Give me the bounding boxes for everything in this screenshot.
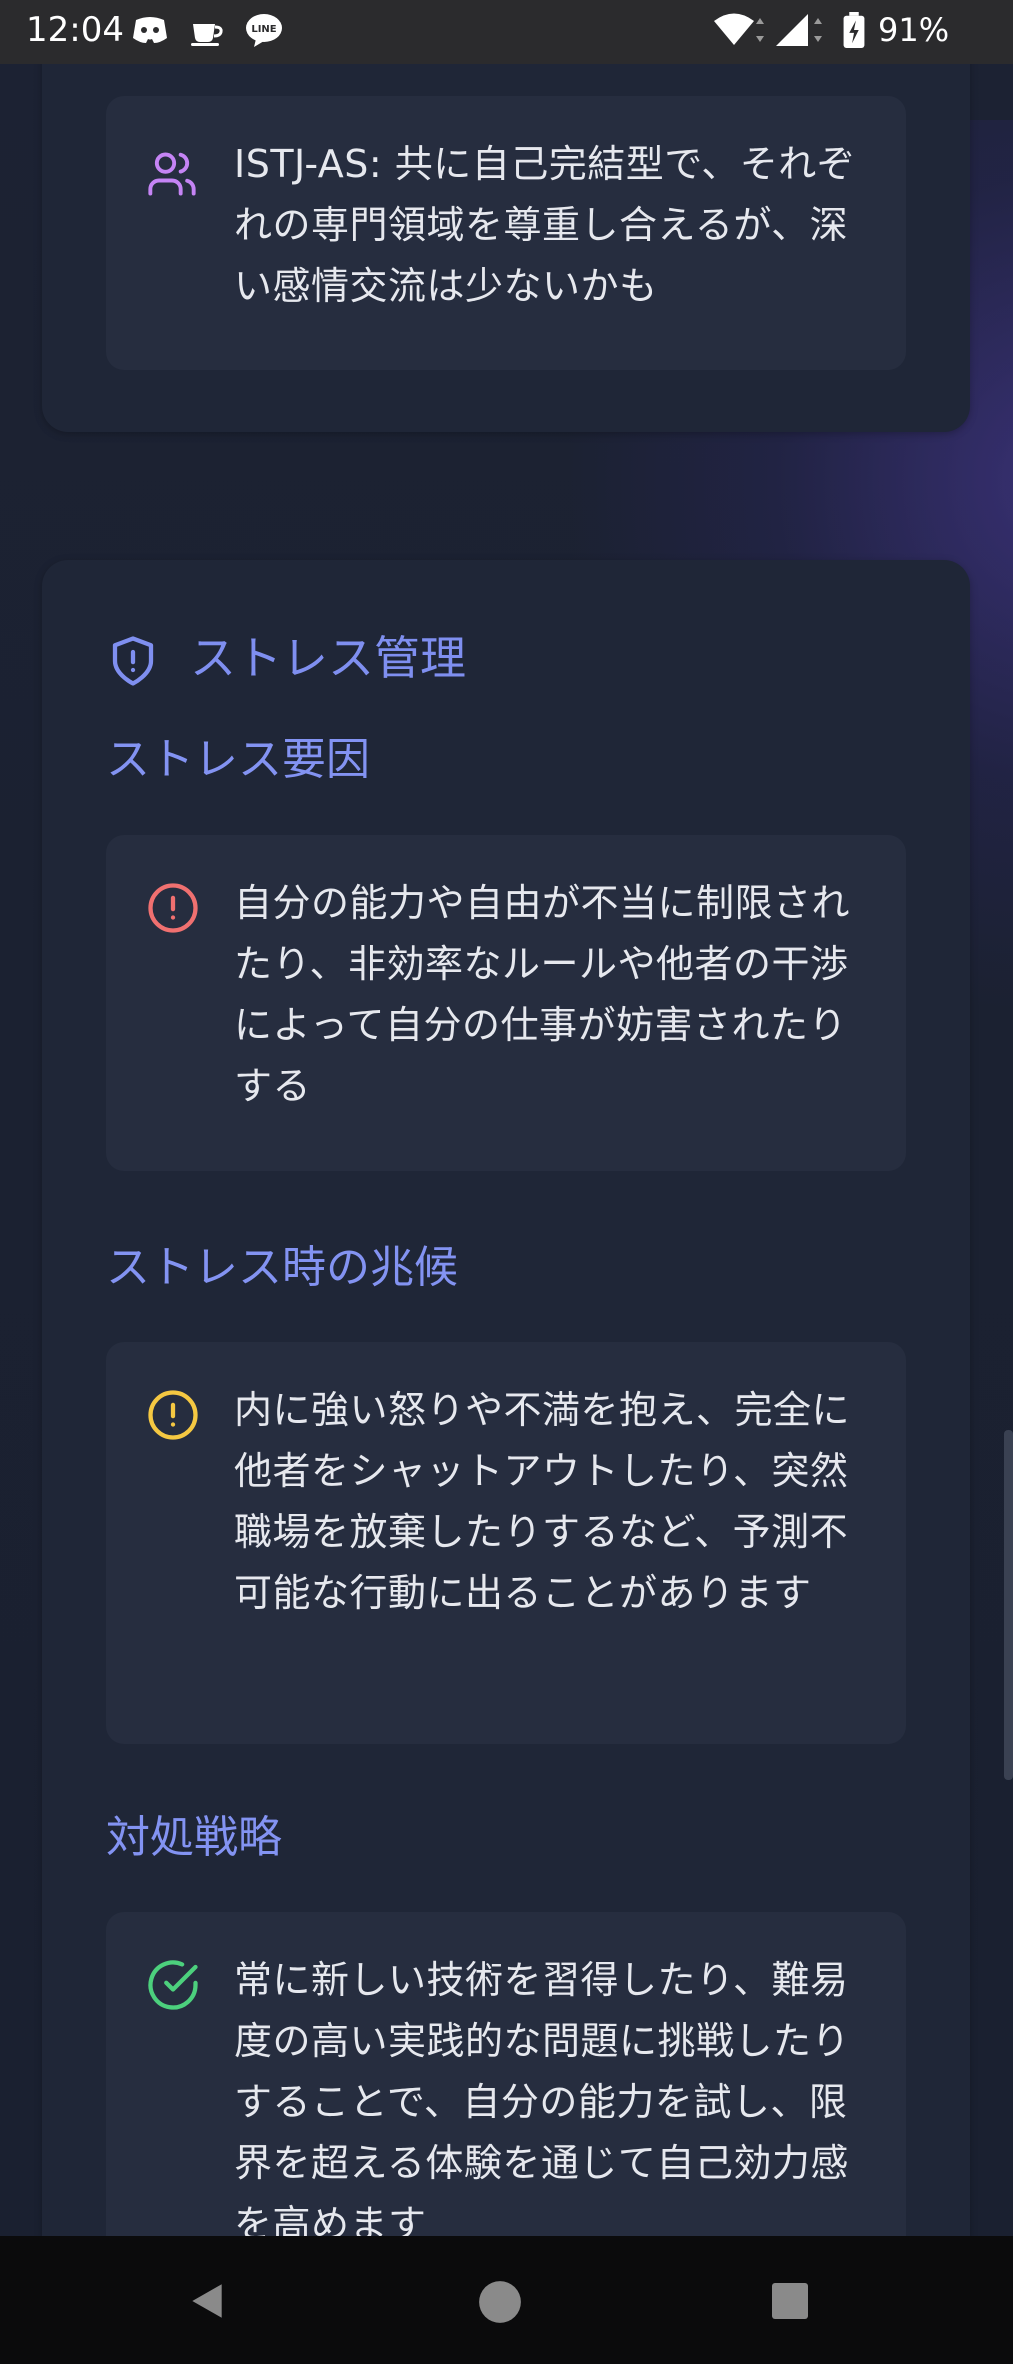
compatibility-item: ISTJ-AS: 共に自己完結型で、それぞれの専門領域を尊重し合えるが、深い感情…: [106, 96, 906, 370]
signal-icon: [776, 14, 822, 46]
stress-factors-item: 自分の能力や自由が不当に制限されたり、非効率なルールや他者の干渉によって自分の仕…: [106, 835, 906, 1171]
stress-signs-text: 内に強い怒りや不満を抱え、完全に他者をシャットアウトしたり、突然職場を放棄したり…: [234, 1388, 851, 1615]
stress-signs-item: 内に強い怒りや不満を抱え、完全に他者をシャットアウトしたり、突然職場を放棄したり…: [106, 1342, 906, 1744]
wifi-icon: [714, 13, 764, 45]
status-bar: 12:04 LINE 91%: [0, 0, 1013, 64]
status-time: 12:04: [26, 10, 124, 50]
stress-title: ストレス管理: [190, 631, 466, 685]
home-button[interactable]: [478, 2280, 522, 2324]
stress-factors-text: 自分の能力や自由が不当に制限されたり、非効率なルールや他者の干渉によって自分の仕…: [234, 881, 851, 1108]
stress-factors-heading: ストレス要因: [106, 734, 370, 785]
users-icon: [148, 152, 196, 196]
shield-icon: [112, 636, 154, 686]
scrollbar-thumb[interactable]: [1004, 1430, 1013, 1780]
recents-button[interactable]: [770, 2281, 810, 2321]
compatibility-text: ISTJ-AS: 共に自己完結型で、それぞれの専門領域を尊重し合えるが、深い感情…: [234, 142, 856, 308]
navigation-bar: [0, 2236, 1013, 2364]
check-circle-icon: [148, 1960, 198, 2010]
stress-management-card: ストレス管理 ストレス要因 自分の能力や自由が不当に制限されたり、非効率なルール…: [42, 560, 970, 2332]
coping-strategy-text: 常に新しい技術を習得したり、難易度の高い実践的な問題に挑戦したりすることで、自分…: [234, 1958, 851, 2246]
screen: 12:04 LINE 91% ISTJ-AS: 共に自己完結型で、それぞれの専門…: [0, 0, 1013, 2364]
stress-signs-heading: ストレス時の兆候: [106, 1242, 458, 1293]
line-icon: LINE: [246, 14, 282, 47]
coffee-icon: [191, 24, 223, 46]
svg-text:LINE: LINE: [251, 24, 276, 35]
alert-circle-icon: [148, 883, 198, 933]
coping-strategy-heading: 対処戦略: [106, 1812, 282, 1863]
compatibility-card: ISTJ-AS: 共に自己完結型で、それぞれの専門領域を尊重し合えるが、深い感情…: [42, 0, 970, 432]
battery-icon: [843, 12, 865, 48]
alert-circle-icon: [148, 1390, 198, 1440]
battery-percentage: 91%: [878, 11, 950, 49]
back-button[interactable]: [186, 2280, 228, 2322]
discord-icon: [133, 17, 167, 43]
